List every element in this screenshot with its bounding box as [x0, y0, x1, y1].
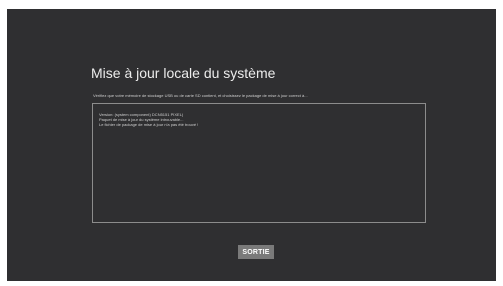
exit-button[interactable]: SORTIE — [238, 245, 274, 259]
instruction-text: Vérifiez que votre mémoire de stockage U… — [93, 93, 308, 98]
log-output-box[interactable]: Version: (system component) DCN5151 PIXE… — [92, 103, 426, 223]
update-screen: Mise à jour locale du système Vérifiez q… — [7, 9, 496, 281]
page-title: Mise à jour locale du système — [91, 65, 276, 81]
log-line: Le fichier de package de mise à jour n'a… — [99, 122, 199, 127]
